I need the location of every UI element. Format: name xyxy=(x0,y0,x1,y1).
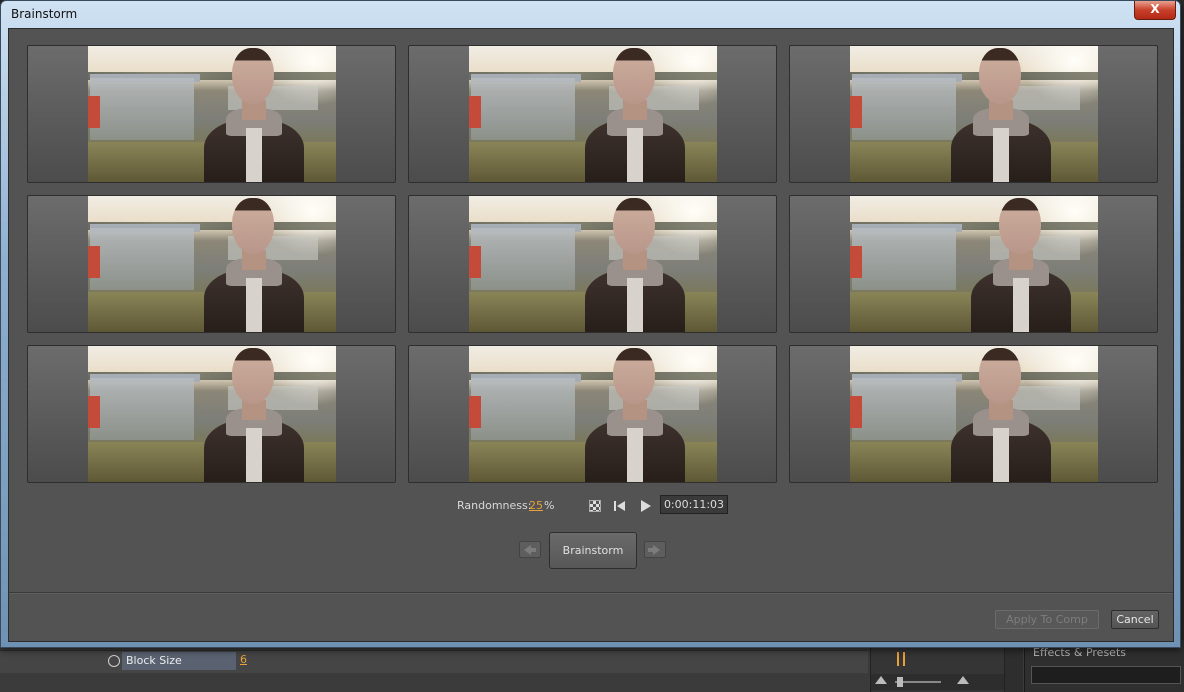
variation-cell[interactable] xyxy=(408,195,777,333)
randomness-value[interactable]: 25 xyxy=(529,499,543,512)
brainstorm-dialog: Brainstorm X Randomness: 25 % 0:00:11:03… xyxy=(0,0,1181,648)
close-icon: X xyxy=(1150,2,1160,16)
effects-search-input[interactable] xyxy=(1031,666,1181,684)
stopwatch-icon[interactable] xyxy=(108,655,120,667)
zoom-in-icon[interactable] xyxy=(957,676,969,684)
zoom-out-icon[interactable] xyxy=(875,676,887,684)
timeline-zoom-bar xyxy=(871,674,1005,690)
variation-preview-image[interactable] xyxy=(850,46,1098,182)
property-row-block-size[interactable]: Block Size 6 xyxy=(0,650,868,673)
arrow-right-icon xyxy=(653,545,660,555)
transparency-grid-icon[interactable] xyxy=(589,500,601,512)
property-name: Block Size xyxy=(122,652,236,670)
window-title: Brainstorm xyxy=(11,7,78,21)
footer-divider xyxy=(9,592,1173,594)
variation-preview-image[interactable] xyxy=(469,346,717,482)
variation-preview-image[interactable] xyxy=(850,196,1098,332)
brainstorm-button[interactable]: Brainstorm xyxy=(549,532,637,569)
property-value[interactable]: 6 xyxy=(240,653,247,666)
randomness-label: Randomness: xyxy=(457,499,532,512)
variation-cell[interactable] xyxy=(789,45,1158,183)
cancel-button[interactable]: Cancel xyxy=(1111,610,1159,629)
variation-cell[interactable] xyxy=(27,45,396,183)
zoom-slider-thumb[interactable] xyxy=(897,677,903,687)
variation-cell[interactable] xyxy=(27,345,396,483)
variation-cell[interactable] xyxy=(27,195,396,333)
skip-to-start-icon[interactable] xyxy=(614,500,626,512)
randomness-unit: % xyxy=(544,499,555,512)
title-bar[interactable]: Brainstorm X xyxy=(1,1,1180,27)
play-icon[interactable] xyxy=(641,500,651,512)
close-button[interactable]: X xyxy=(1134,1,1176,20)
previous-button[interactable] xyxy=(519,541,541,558)
next-button[interactable] xyxy=(644,541,666,558)
apply-to-comp-button[interactable]: Apply To Comp xyxy=(995,610,1099,629)
dialog-content: Randomness: 25 % 0:00:11:03 Brainstorm A… xyxy=(8,28,1174,642)
variation-preview-image[interactable] xyxy=(88,196,336,332)
keyframe-marker[interactable] xyxy=(897,652,905,666)
timecode-display[interactable]: 0:00:11:03 xyxy=(660,495,728,514)
variation-cell[interactable] xyxy=(408,345,777,483)
preview-controls: Randomness: 25 % 0:00:11:03 xyxy=(9,495,1175,517)
variation-cell[interactable] xyxy=(408,45,777,183)
variation-preview-image[interactable] xyxy=(469,46,717,182)
variation-cell[interactable] xyxy=(789,195,1158,333)
variation-grid xyxy=(27,45,1159,485)
variation-preview-image[interactable] xyxy=(850,346,1098,482)
variation-preview-image[interactable] xyxy=(88,46,336,182)
variation-preview-image[interactable] xyxy=(469,196,717,332)
variation-preview-image[interactable] xyxy=(88,346,336,482)
variation-cell[interactable] xyxy=(789,345,1158,483)
